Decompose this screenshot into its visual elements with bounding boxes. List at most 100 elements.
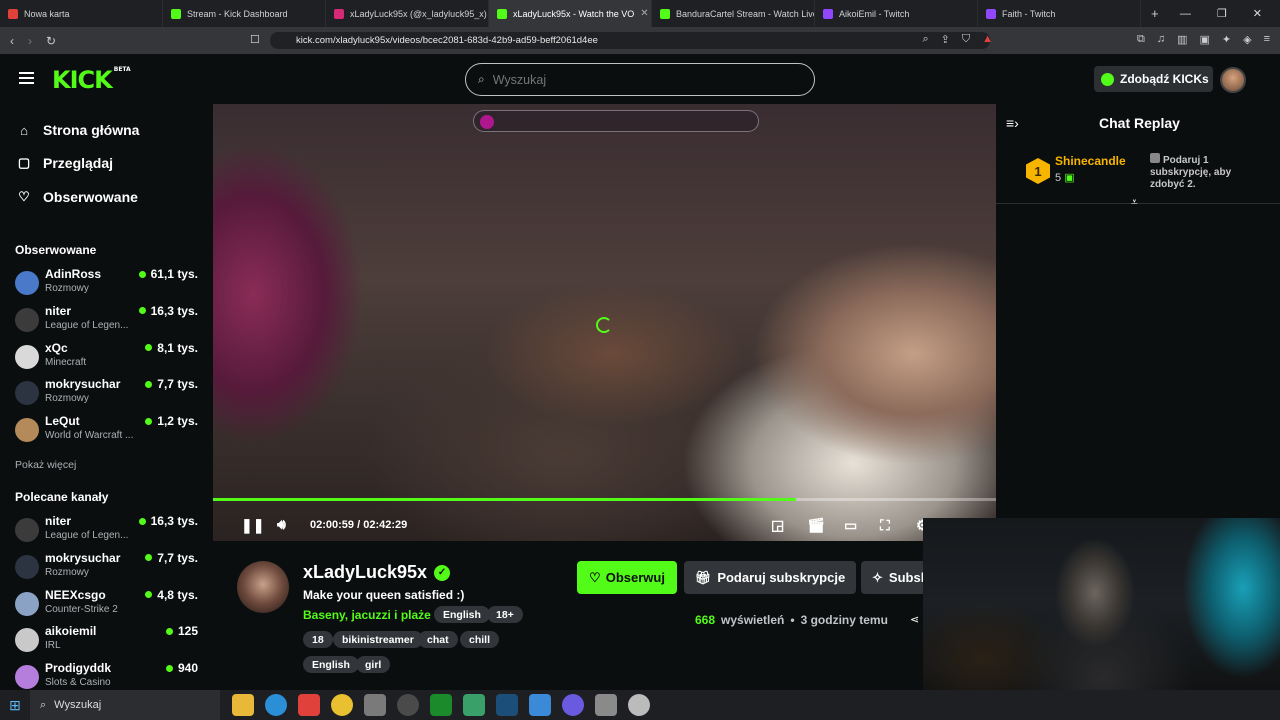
- show-more-link[interactable]: Pokaż więcej: [15, 459, 76, 471]
- sidebar-toggle-icon[interactable]: ▥: [1177, 33, 1187, 46]
- nav-home[interactable]: ⌂ Strona główna: [16, 122, 139, 138]
- edge-icon[interactable]: [265, 694, 287, 716]
- kick-app-icon[interactable]: [430, 694, 452, 716]
- streamer-name[interactable]: xLadyLuck95x: [303, 562, 427, 583]
- rewards-icon[interactable]: ▲: [982, 33, 993, 46]
- channel-viewers: 940: [165, 661, 198, 675]
- tag-language[interactable]: English: [434, 606, 490, 623]
- zoom-icon[interactable]: ⌕: [922, 33, 928, 46]
- extensions-icon[interactable]: ⧉: [1137, 33, 1145, 46]
- channel-category: League of Legen...: [45, 319, 129, 331]
- tag[interactable]: 18: [303, 631, 333, 648]
- tag[interactable]: English: [303, 656, 359, 673]
- sidebar-channel[interactable]: mokrysuchar Rozmowy 7,7 tys.: [15, 377, 201, 409]
- app-icon[interactable]: [463, 694, 485, 716]
- new-tab-icon[interactable]: +: [1151, 6, 1159, 21]
- channel-avatar: [15, 554, 39, 579]
- close-tab-icon[interactable]: ✕: [640, 8, 648, 19]
- media-icon[interactable]: ♫: [1157, 33, 1165, 46]
- search-box[interactable]: ⌕: [465, 63, 815, 96]
- scroll-down-icon[interactable]: ⩡: [1131, 195, 1138, 210]
- follow-button[interactable]: ♡ Obserwuj: [577, 561, 677, 594]
- windows-start-icon[interactable]: ⊞: [0, 690, 30, 720]
- browser-tab[interactable]: xLadyLuck95x - Watch the VO ✕: [489, 0, 652, 27]
- clip-icon[interactable]: 🎬︎: [807, 517, 825, 534]
- brave-shield-icon[interactable]: ⛉: [962, 33, 970, 46]
- app-icon[interactable]: [595, 694, 617, 716]
- share-page-icon[interactable]: ⇪: [941, 33, 950, 46]
- sidebar-channel[interactable]: NEEXcsgo Counter-Strike 2 4,8 tys.: [15, 588, 201, 620]
- sidebar-channel[interactable]: niter League of Legen... 16,3 tys.: [15, 304, 201, 336]
- app-icon[interactable]: [364, 694, 386, 716]
- progress-bar[interactable]: [213, 498, 996, 501]
- collapse-chat-icon[interactable]: ≡›: [1006, 115, 1019, 131]
- browser-tab[interactable]: AikoiEmil - Twitch: [815, 0, 978, 27]
- gift-subs-button[interactable]: 🎁︎ Podaruj subskrypcje: [684, 561, 856, 594]
- theater-mode-icon[interactable]: ▭: [844, 517, 857, 534]
- browser-tab[interactable]: Nowa karta: [0, 0, 163, 27]
- tag-age[interactable]: 18+: [487, 606, 523, 623]
- browser-tab-bar: Nowa karta Stream - Kick Dashboard xLadyLu…: [0, 0, 1280, 27]
- reload-icon[interactable]: ↻: [46, 34, 56, 48]
- tag[interactable]: chill: [460, 631, 500, 648]
- sidebar-channel[interactable]: xQc Minecraft 8,1 tys.: [15, 341, 201, 373]
- bookmark-icon[interactable]: ☐: [250, 33, 260, 46]
- channel-name: niter: [45, 303, 72, 318]
- chrome-icon[interactable]: [331, 694, 353, 716]
- gift-sub-prompt[interactable]: Podaruj 1 subskrypcję, aby zdobyć 2.: [1150, 153, 1250, 191]
- taskbar-search[interactable]: ⌕ Wyszukaj: [30, 690, 220, 720]
- streamer-avatar[interactable]: [237, 561, 289, 613]
- sidebar-channel[interactable]: AdinRoss Rozmowy 61,1 tys.: [15, 267, 201, 299]
- sidebar-channel[interactable]: Prodigyddk Slots & Casino 940: [15, 661, 201, 690]
- nav-browse[interactable]: ▢ Przeglądaj: [16, 155, 113, 171]
- subscribe-button[interactable]: ✧ Subskrybuj: [861, 561, 923, 594]
- maximize-icon[interactable]: ❐: [1217, 7, 1227, 20]
- hamburger-menu-icon[interactable]: [19, 72, 34, 84]
- close-window-icon[interactable]: ✕: [1253, 7, 1262, 20]
- tag[interactable]: chat: [418, 631, 458, 648]
- app-icon[interactable]: [397, 694, 419, 716]
- sidebar-channel[interactable]: aikoiemil IRL 125: [15, 624, 201, 656]
- steam-icon[interactable]: [496, 694, 518, 716]
- file-explorer-icon[interactable]: [232, 694, 254, 716]
- app-icon[interactable]: [628, 694, 650, 716]
- tag[interactable]: bikinistreamer: [333, 631, 423, 648]
- search-input[interactable]: [492, 72, 793, 87]
- app-icon[interactable]: [529, 694, 551, 716]
- brave-icon[interactable]: [298, 694, 320, 716]
- minimize-icon[interactable]: —: [1180, 8, 1191, 20]
- discord-icon[interactable]: [562, 694, 584, 716]
- kick-logo[interactable]: KICK BETA: [52, 66, 131, 94]
- ai-icon[interactable]: ✦: [1222, 33, 1231, 46]
- user-avatar[interactable]: [1220, 67, 1246, 93]
- pause-icon[interactable]: ❚❚: [241, 517, 264, 534]
- posted-time: 3 godziny temu: [800, 613, 888, 627]
- sidebar-channel[interactable]: niter League of Legen... 16,3 tys.: [15, 514, 201, 546]
- nav-following[interactable]: ♡ Obserwowane: [16, 189, 138, 205]
- channel-category: Rozmowy: [45, 566, 89, 578]
- browser-tab[interactable]: Stream - Kick Dashboard: [163, 0, 326, 27]
- loading-spinner-icon: [596, 317, 612, 333]
- vpn-icon[interactable]: ◈: [1243, 33, 1251, 46]
- forward-icon[interactable]: ›: [28, 34, 32, 48]
- browser-tab[interactable]: xLadyLuck95x (@x_ladyluck95_x) • Za: [326, 0, 489, 27]
- menu-icon[interactable]: ≡: [1264, 33, 1270, 46]
- fullscreen-icon[interactable]: ⛶: [880, 517, 890, 534]
- gift-user[interactable]: Shinecandle: [1055, 154, 1126, 168]
- sidebar-channel[interactable]: LeQut World of Warcraft ... 1,2 tys.: [15, 414, 201, 446]
- stream-category[interactable]: Baseny, jacuzzi i plaże: [303, 608, 431, 622]
- sidebar-channel[interactable]: mokrysuchar Rozmowy 7,7 tys.: [15, 551, 201, 583]
- tag[interactable]: girl: [356, 656, 391, 673]
- wallet-icon[interactable]: ▣: [1199, 33, 1209, 46]
- back-icon[interactable]: ‹: [10, 34, 14, 48]
- share-icon[interactable]: ⋖: [910, 613, 919, 626]
- browser-tab[interactable]: Faith - Twitch: [978, 0, 1141, 27]
- get-kicks-button[interactable]: Zdobądź KICKs: [1094, 66, 1213, 92]
- video-player[interactable]: ❚❚ 🔊︎ 02:00:59 / 02:42:29 ◲ 🎬︎ ▭ ⛶ ⚙: [213, 104, 996, 541]
- channel-category: League of Legen...: [45, 530, 129, 541]
- browser-tab[interactable]: BanduraCartel Stream - Watch Live o: [652, 0, 815, 27]
- miniplayer-icon[interactable]: ◲: [771, 517, 784, 534]
- url-field[interactable]: kick.com/xladyluck95x/videos/bcec2081-68…: [270, 32, 990, 49]
- viewer-count: 8,1 tys.: [157, 340, 198, 355]
- volume-icon[interactable]: 🔊︎: [277, 516, 286, 533]
